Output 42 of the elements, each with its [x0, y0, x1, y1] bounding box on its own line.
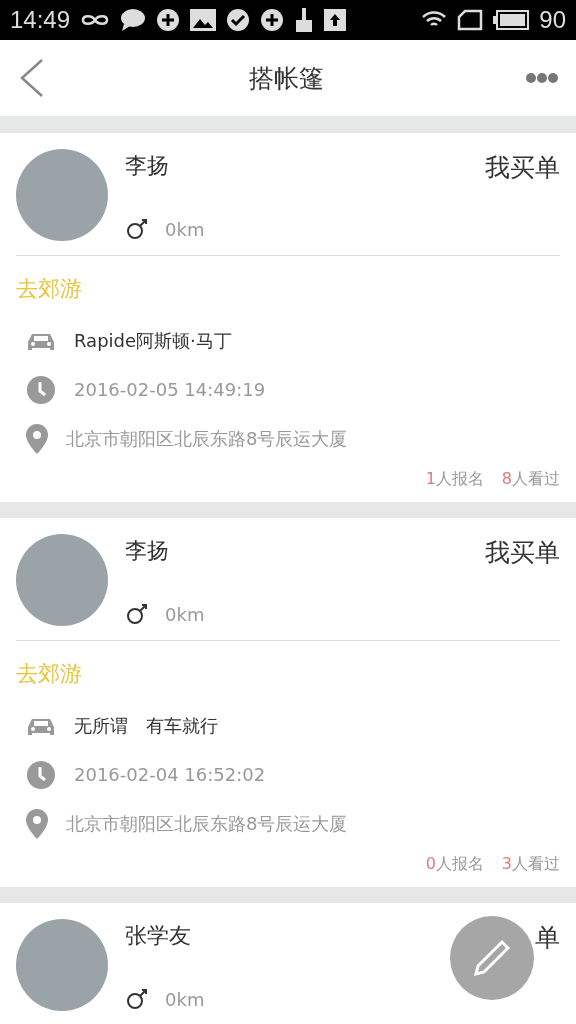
car-text: Rapide阿斯顿·马丁 — [74, 328, 232, 353]
battery-level: 90 — [539, 6, 566, 34]
male-icon — [125, 217, 149, 241]
signup-count: 0人报名 — [425, 854, 484, 875]
user-name: 张学友 — [125, 922, 191, 950]
page-title: 搭帐篷 — [248, 62, 324, 95]
bill-label: 我买单 — [485, 537, 560, 569]
time-text: 2016-02-05 14:49:19 — [74, 379, 266, 400]
clock-icon — [26, 374, 56, 405]
male-icon — [125, 987, 149, 1011]
time-text: 2016-02-04 16:52:02 — [74, 764, 266, 785]
view-count: 3人看过 — [501, 854, 560, 875]
distance-text: 0km — [165, 603, 205, 625]
post-card[interactable]: 李扬 我买单 0km 去郊游 Rapide阿斯顿·马丁 2016-02-05 14:49:19 北京市朝阳区北辰东路8号辰运大厦 1人报名 8人看过 — [0, 133, 576, 502]
image-icon — [190, 9, 217, 31]
post-title: 去郊游 — [16, 275, 83, 303]
distance-text: 0km — [165, 988, 205, 1010]
infinity-icon — [80, 12, 111, 28]
car-text: 无所谓 有车就行 — [74, 713, 218, 738]
post-title: 去郊游 — [16, 660, 83, 688]
user-name: 李扬 — [125, 152, 169, 180]
post-card[interactable]: 李扬 我买单 0km 去郊游 无所谓 有车就行 2016-02-04 16:52:02 北京市朝阳区北辰东路8号辰运大厦 0人报名 3人看过 — [0, 518, 576, 887]
clock-time: 14:49 — [10, 6, 71, 34]
user-name: 李扬 — [125, 537, 169, 565]
distance-text: 0km — [165, 218, 205, 240]
view-count: 8人看过 — [501, 469, 560, 490]
post-card[interactable]: 张学友 单 0km — [0, 903, 576, 1024]
battery-icon — [493, 10, 530, 30]
address-text: 北京市朝阳区北辰东路8号辰运大厦 — [66, 811, 348, 836]
sim-card-icon — [457, 9, 484, 31]
male-icon — [125, 602, 149, 626]
upload-icon — [324, 9, 347, 31]
bill-label: 单 — [535, 922, 560, 954]
clock-icon — [26, 759, 56, 790]
location-pin-icon — [26, 423, 48, 454]
chat-bubble-icon — [120, 8, 147, 32]
signup-count: 1人报名 — [425, 469, 484, 490]
check-circle-icon — [226, 8, 251, 32]
bill-label: 我买单 — [485, 152, 560, 184]
address-text: 北京市朝阳区北辰东路8号辰运大厦 — [66, 426, 348, 451]
location-pin-icon — [26, 808, 48, 839]
pencil-icon — [472, 938, 512, 978]
